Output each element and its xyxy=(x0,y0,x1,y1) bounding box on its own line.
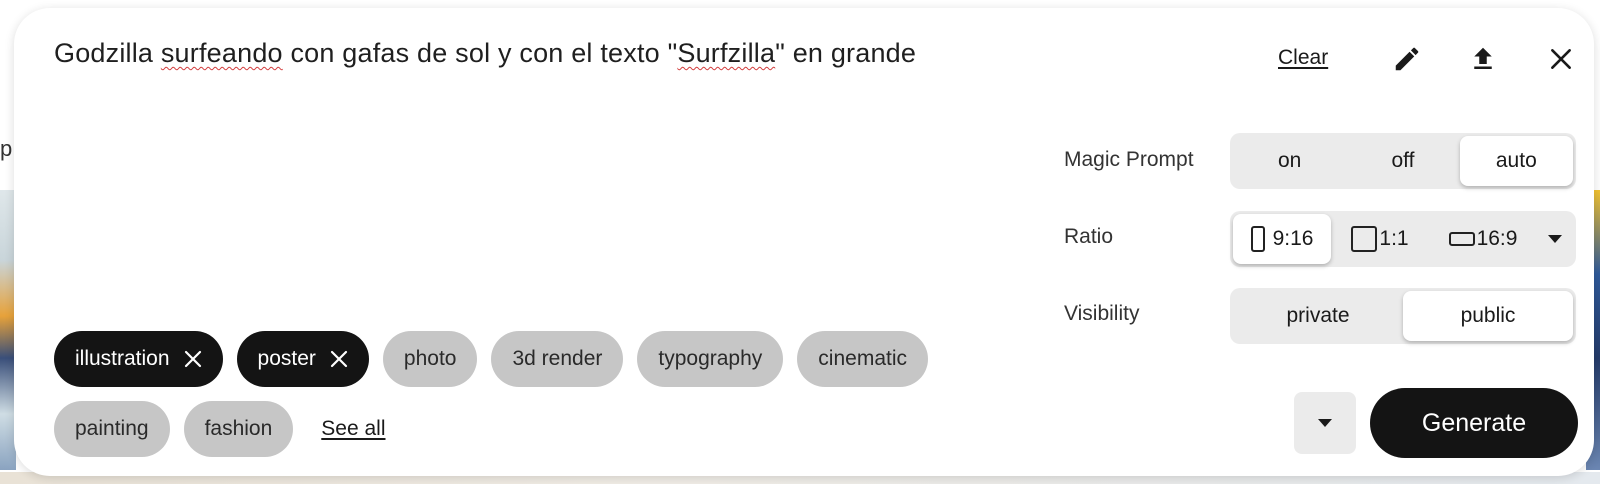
tag-label: poster xyxy=(257,347,316,370)
ratio-dropdown-button[interactable] xyxy=(1537,214,1573,264)
ratio-label: Ratio xyxy=(1064,225,1114,248)
ratio-selector: 9:16 1:1 16:9 xyxy=(1230,211,1576,267)
square-ratio-icon xyxy=(1351,226,1378,252)
remove-tag-icon[interactable] xyxy=(184,350,202,368)
visibility-private-option[interactable]: private xyxy=(1233,291,1403,341)
generate-options-dropdown-button[interactable] xyxy=(1294,392,1356,454)
magic-prompt-label: Magic Prompt xyxy=(1064,148,1194,171)
ratio-9-16-option[interactable]: 9:16 xyxy=(1233,214,1331,264)
chevron-down-icon xyxy=(1318,419,1332,427)
tag-chip-3d-render[interactable]: 3d render xyxy=(491,331,624,387)
tag-chip-cinematic[interactable]: cinematic xyxy=(797,331,928,387)
tag-chip-illustration[interactable]: illustration xyxy=(54,331,223,387)
chevron-down-icon xyxy=(1548,235,1562,243)
upload-icon[interactable] xyxy=(1466,42,1500,76)
ratio-option-label: 16:9 xyxy=(1476,227,1518,250)
magic-prompt-off-option[interactable]: off xyxy=(1346,136,1459,186)
visibility-label: Visibility xyxy=(1064,302,1140,325)
magic-prompt-on-option[interactable]: on xyxy=(1233,136,1346,186)
prompt-misspelled-word: Surfzilla xyxy=(677,38,776,68)
magic-prompt-toggle: on off auto xyxy=(1230,133,1576,189)
ratio-1-1-option[interactable]: 1:1 xyxy=(1331,214,1429,264)
tag-chip-typography[interactable]: typography xyxy=(637,331,784,387)
visibility-toggle: private public xyxy=(1230,288,1576,344)
remove-tag-icon[interactable] xyxy=(330,350,348,368)
background-peek-text: p xyxy=(0,136,13,161)
clear-button[interactable]: Clear xyxy=(1278,46,1328,70)
prompt-text-part: con gafas de sol y con el texto " xyxy=(282,38,678,68)
pencil-icon[interactable] xyxy=(1390,42,1424,76)
prompt-input[interactable]: Godzilla surfeando con gafas de sol y co… xyxy=(54,38,916,69)
landscape-ratio-icon xyxy=(1448,232,1475,246)
generate-button[interactable]: Generate xyxy=(1370,388,1578,458)
tag-chip-photo[interactable]: photo xyxy=(382,331,478,387)
prompt-text-part: Godzilla xyxy=(54,38,161,68)
tag-label: illustration xyxy=(75,347,170,370)
see-all-tags-link[interactable]: See all xyxy=(307,401,399,457)
style-tag-list: illustration poster photo 3d render typo… xyxy=(54,331,1014,457)
ratio-16-9-option[interactable]: 16:9 xyxy=(1429,214,1537,264)
ratio-option-label: 9:16 xyxy=(1272,227,1314,250)
prompt-panel: Godzilla surfeando con gafas de sol y co… xyxy=(14,8,1594,476)
tag-chip-fashion[interactable]: fashion xyxy=(183,401,294,457)
ratio-option-label: 1:1 xyxy=(1379,227,1409,250)
portrait-ratio-icon xyxy=(1250,226,1265,252)
tag-chip-poster[interactable]: poster xyxy=(236,331,369,387)
prompt-misspelled-word: surfeando xyxy=(160,38,283,68)
visibility-public-option[interactable]: public xyxy=(1403,291,1573,341)
tag-chip-painting[interactable]: painting xyxy=(54,401,170,457)
magic-prompt-auto-option[interactable]: auto xyxy=(1459,136,1573,186)
close-icon[interactable] xyxy=(1544,42,1578,76)
prompt-text-part: " en grande xyxy=(775,38,917,68)
